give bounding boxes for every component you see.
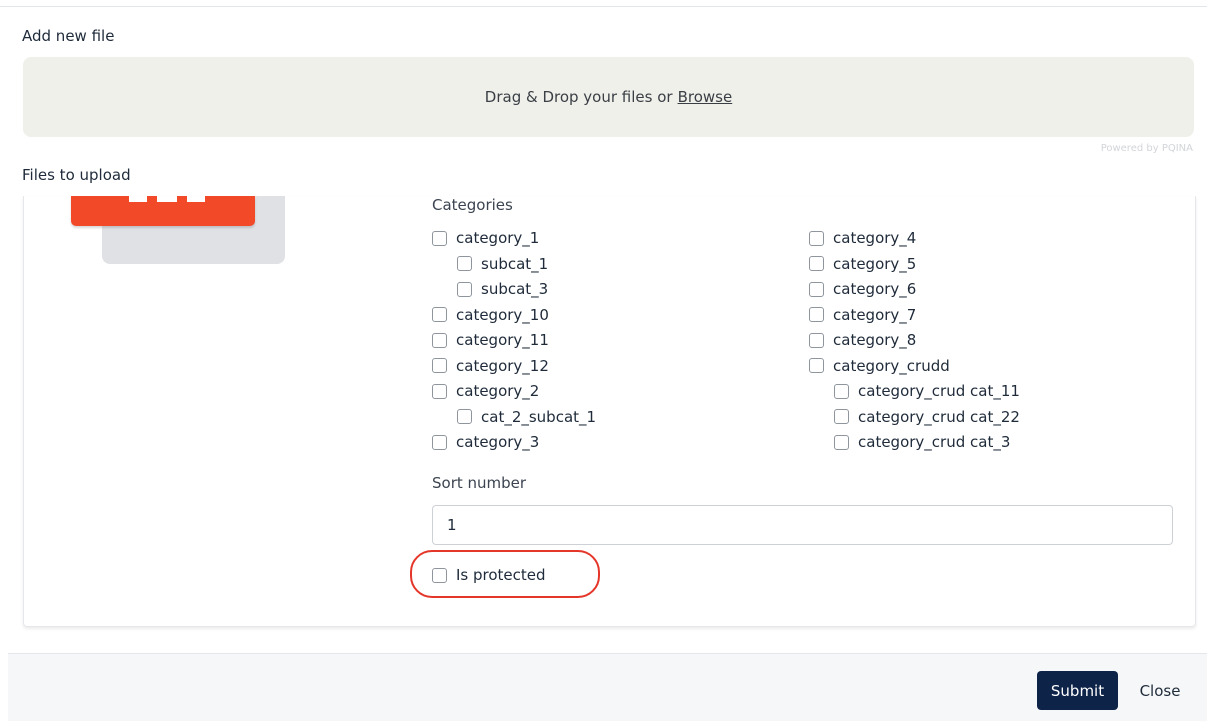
close-button[interactable]: Close [1132, 671, 1188, 710]
category-checkbox[interactable]: category_crud cat_22 [834, 407, 1020, 427]
sort-number-input[interactable] [432, 505, 1173, 545]
pdf-glyph-d [157, 196, 177, 202]
is-protected-checkbox[interactable]: Is protected [432, 565, 546, 585]
checkbox-box[interactable] [809, 358, 824, 373]
checkbox-box[interactable] [432, 358, 447, 373]
category-label: category_crud cat_3 [858, 433, 1011, 451]
submit-button[interactable]: Submit [1037, 671, 1118, 710]
checkbox-box[interactable] [432, 567, 447, 583]
checkbox-box[interactable] [834, 383, 849, 399]
category-label: category_3 [456, 433, 540, 451]
category-checkbox[interactable]: cat_2_subcat_1 [457, 407, 596, 427]
checkbox-box[interactable] [457, 281, 472, 297]
category-label: category_2 [456, 382, 540, 400]
checkbox-box[interactable] [809, 307, 824, 322]
checkbox-box[interactable] [432, 434, 447, 450]
is-protected-label: Is protected [456, 566, 546, 584]
category-label: category_7 [833, 305, 917, 324]
checkbox-box[interactable] [809, 332, 824, 348]
category-label: category_crud cat_22 [858, 407, 1020, 426]
file-dropzone[interactable]: Drag & Drop your files or Browse [23, 57, 1194, 137]
category-label: cat_2_subcat_1 [481, 407, 597, 426]
category-label: category_8 [833, 331, 917, 349]
category-label: category_crud cat_11 [858, 382, 1020, 400]
category-checkbox[interactable]: category_2 [432, 381, 539, 401]
checkbox-box[interactable] [432, 230, 447, 246]
category-checkbox[interactable]: category_5 [809, 254, 916, 274]
category-label: category_12 [456, 356, 549, 375]
category-checkbox[interactable]: category_4 [809, 228, 916, 248]
pdf-glyph-p [129, 196, 147, 202]
category-label: category_6 [833, 280, 917, 298]
category-label: category_4 [833, 229, 917, 247]
checkbox-box[interactable] [834, 434, 849, 450]
category-checkbox[interactable]: category_8 [809, 330, 916, 350]
modal-footer [8, 653, 1207, 721]
pdf-file-icon [71, 196, 255, 226]
categories-title: Categories [432, 196, 513, 214]
category-label: category_5 [833, 254, 917, 273]
add-new-file-label: Add new file [22, 27, 115, 45]
category-label: category_1 [456, 229, 540, 247]
category-checkbox[interactable]: category_7 [809, 305, 916, 325]
pdf-glyph-f [187, 196, 205, 202]
powered-by-credit[interactable]: Powered by PQINA [1101, 143, 1193, 154]
top-divider [0, 6, 1207, 7]
category-checkbox[interactable]: category_11 [432, 330, 549, 350]
category-checkbox[interactable]: subcat_3 [457, 279, 548, 299]
category-label: subcat_1 [481, 254, 549, 273]
category-label: category_crudd [833, 356, 950, 375]
checkbox-box[interactable] [432, 332, 447, 348]
category-checkbox[interactable]: category_6 [809, 279, 916, 299]
category-checkbox[interactable]: category_crud cat_11 [834, 381, 1020, 401]
checkbox-box[interactable] [809, 281, 824, 297]
category-label: category_10 [456, 305, 549, 324]
checkbox-box[interactable] [432, 307, 447, 322]
checkbox-box[interactable] [457, 409, 472, 424]
files-to-upload-label: Files to upload [22, 166, 131, 184]
category-checkbox[interactable]: category_3 [432, 432, 539, 452]
checkbox-box[interactable] [809, 230, 824, 246]
category-checkbox[interactable]: category_1 [432, 228, 539, 248]
checkbox-box[interactable] [809, 256, 824, 271]
file-upload-item: Categories category_1 subcat_1 subcat_3 cat… [23, 196, 1196, 627]
category-checkbox[interactable]: category_crudd [809, 356, 950, 376]
category-checkbox[interactable]: category_10 [432, 305, 549, 325]
category-checkbox[interactable]: category_12 [432, 356, 549, 376]
sort-number-label: Sort number [432, 474, 527, 492]
checkbox-box[interactable] [457, 256, 472, 271]
category-label: category_11 [456, 331, 549, 349]
browse-link[interactable]: Browse [678, 88, 733, 106]
checkbox-box[interactable] [432, 383, 447, 399]
category-checkbox[interactable]: subcat_1 [457, 254, 548, 274]
category-checkbox[interactable]: category_crud cat_3 [834, 432, 1010, 452]
category-label: subcat_3 [481, 280, 549, 298]
checkbox-box[interactable] [834, 409, 849, 424]
dropzone-text: Drag & Drop your files or [484, 88, 673, 106]
